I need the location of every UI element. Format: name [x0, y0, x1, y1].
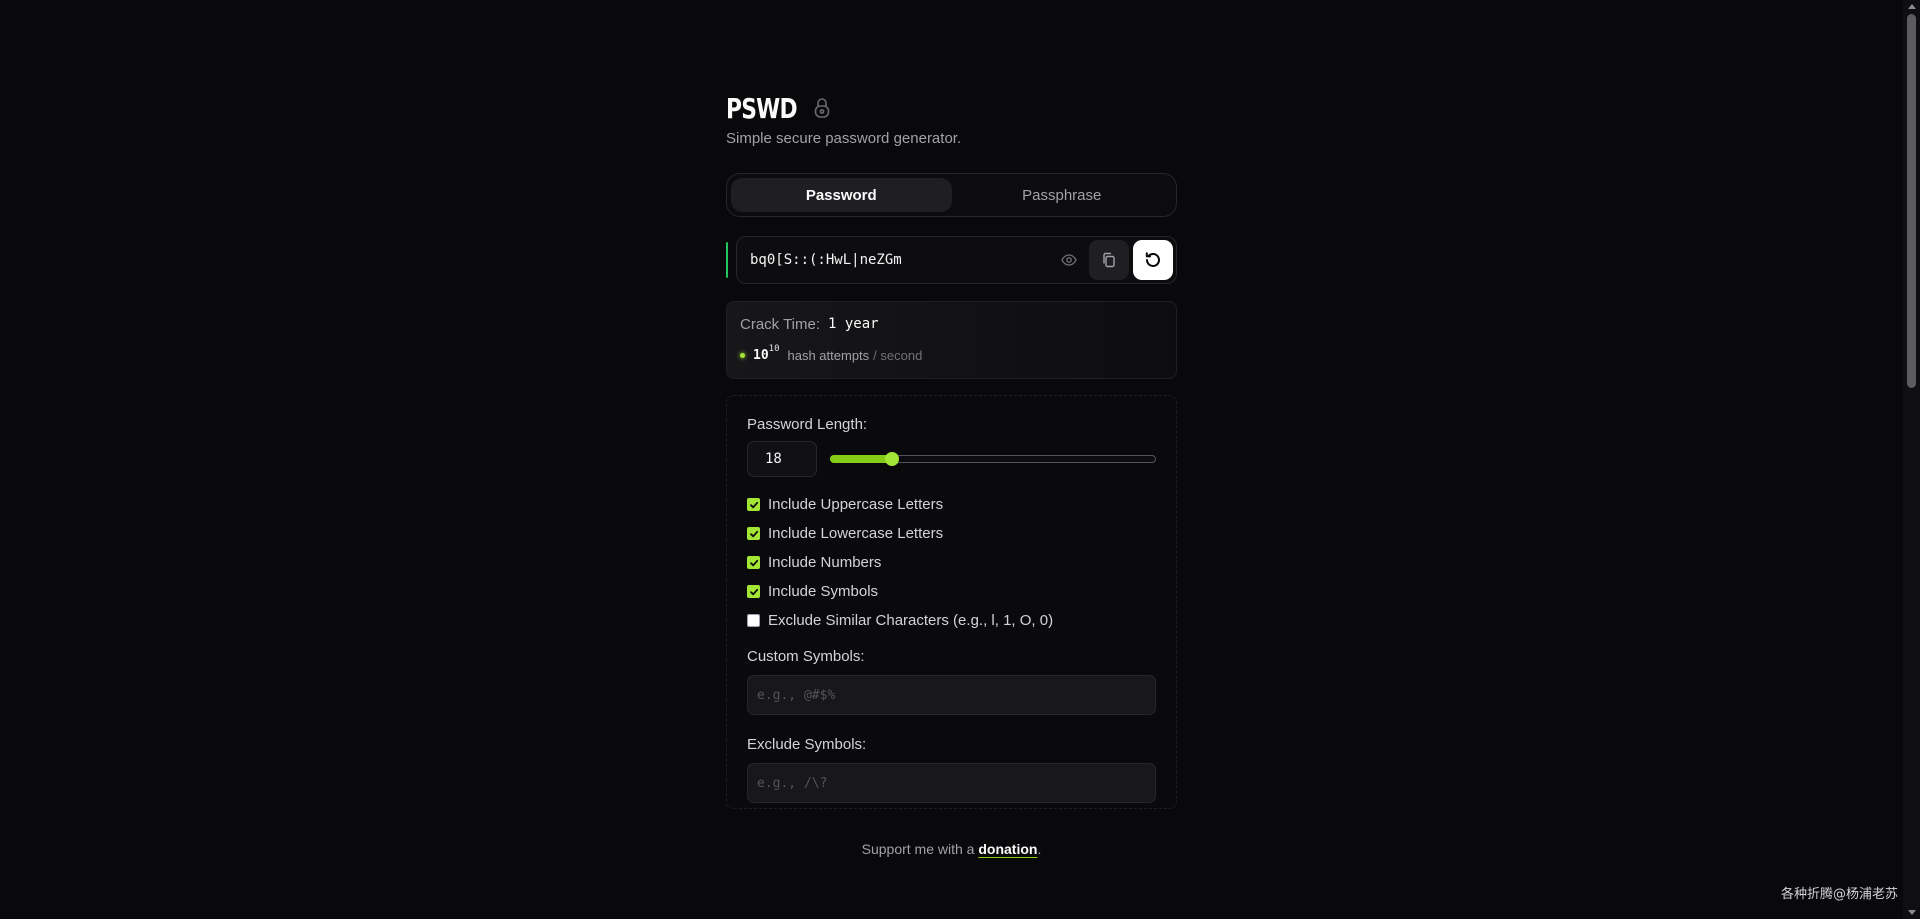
length-label: Password Length:	[747, 416, 868, 433]
scroll-up-icon[interactable]	[1908, 4, 1916, 9]
main-container: PSWD Simple secure password generator. P…	[726, 90, 1177, 809]
length-input[interactable]: 18	[747, 441, 817, 477]
generated-password[interactable]: bq0[S::(:HwL|neZGm	[737, 252, 1059, 268]
rate-exponent: 10	[768, 344, 780, 354]
support-suffix: .	[1037, 841, 1042, 857]
custom-symbols-input[interactable]: e.g., @#$%	[747, 675, 1156, 715]
status-dot-icon	[740, 352, 745, 358]
strength-indicator	[726, 242, 728, 278]
password-output: bq0[S::(:HwL|neZGm	[736, 236, 1177, 284]
brand: PSWD	[726, 90, 1177, 126]
watermark: 各种折腾@杨浦老苏	[1780, 887, 1898, 902]
checkmark-icon	[749, 588, 758, 595]
settings-panel: Password Length: 18 Include Uppercase Le…	[726, 395, 1177, 809]
option-label: Exclude Similar Characters (e.g., l, 1, …	[768, 612, 1054, 629]
checkbox-checked[interactable]	[747, 527, 760, 540]
crack-time-panel: Crack Time: 1 year 10 10 hash attempts /…	[726, 301, 1177, 379]
exclude-symbols-label: Exclude Symbols:	[747, 736, 867, 753]
regenerate-icon	[1145, 252, 1160, 267]
rate-label: hash attempts	[787, 347, 870, 363]
checkmark-icon	[749, 501, 758, 508]
support-prefix: Support me with a	[861, 841, 979, 857]
checkbox-checked[interactable]	[747, 498, 760, 511]
checkbox-checked[interactable]	[747, 556, 760, 569]
checkmark-icon	[749, 530, 758, 537]
option-label: Include Uppercase Letters	[768, 496, 944, 513]
eye-icon[interactable]	[1059, 250, 1079, 270]
option-row[interactable]: Include Lowercase Letters	[747, 519, 1156, 548]
scroll-thumb[interactable]	[1907, 14, 1916, 388]
option-row[interactable]: Include Symbols	[747, 577, 1156, 606]
checkbox-checked[interactable]	[747, 585, 760, 598]
crack-time-label: Crack Time:	[740, 315, 821, 333]
mode-tabs: Password Passphrase	[726, 173, 1177, 217]
checkmark-icon	[749, 559, 758, 566]
checkbox-unchecked[interactable]	[747, 614, 760, 627]
app-title: PSWD	[726, 91, 798, 125]
tab-passphrase[interactable]: Passphrase	[952, 178, 1173, 212]
crack-time-value: 1 year	[828, 316, 879, 332]
copy-icon	[1103, 252, 1115, 268]
option-label: Include Lowercase Letters	[768, 525, 944, 542]
length-slider[interactable]	[830, 449, 1156, 469]
option-label: Include Symbols	[768, 583, 879, 600]
app-subtitle: Simple secure password generator.	[726, 130, 962, 147]
exclude-symbols-input[interactable]: e.g., /\?	[747, 763, 1156, 803]
lock-icon	[813, 97, 831, 119]
scroll-down-icon[interactable]	[1908, 910, 1916, 915]
donation-link[interactable]: donation	[978, 841, 1037, 857]
tab-password[interactable]: Password	[731, 178, 952, 212]
rate-per: / second	[873, 347, 923, 363]
support-footer: Support me with a donation.	[726, 841, 1177, 857]
copy-button[interactable]	[1089, 240, 1129, 280]
slider-fill	[830, 455, 892, 463]
option-row[interactable]: Exclude Similar Characters (e.g., l, 1, …	[747, 606, 1156, 635]
option-row[interactable]: Include Numbers	[747, 548, 1156, 577]
regenerate-button[interactable]	[1133, 240, 1173, 280]
slider-thumb[interactable]	[884, 452, 899, 466]
option-row[interactable]: Include Uppercase Letters	[747, 490, 1156, 519]
custom-symbols-label: Custom Symbols:	[747, 648, 865, 665]
rate-base: 10	[753, 347, 769, 363]
password-row: bq0[S::(:HwL|neZGm	[726, 236, 1177, 284]
option-label: Include Numbers	[768, 554, 882, 571]
scrollbar[interactable]	[1903, 0, 1920, 919]
options-list: Include Uppercase Letters Include Lowerca…	[747, 490, 1156, 635]
